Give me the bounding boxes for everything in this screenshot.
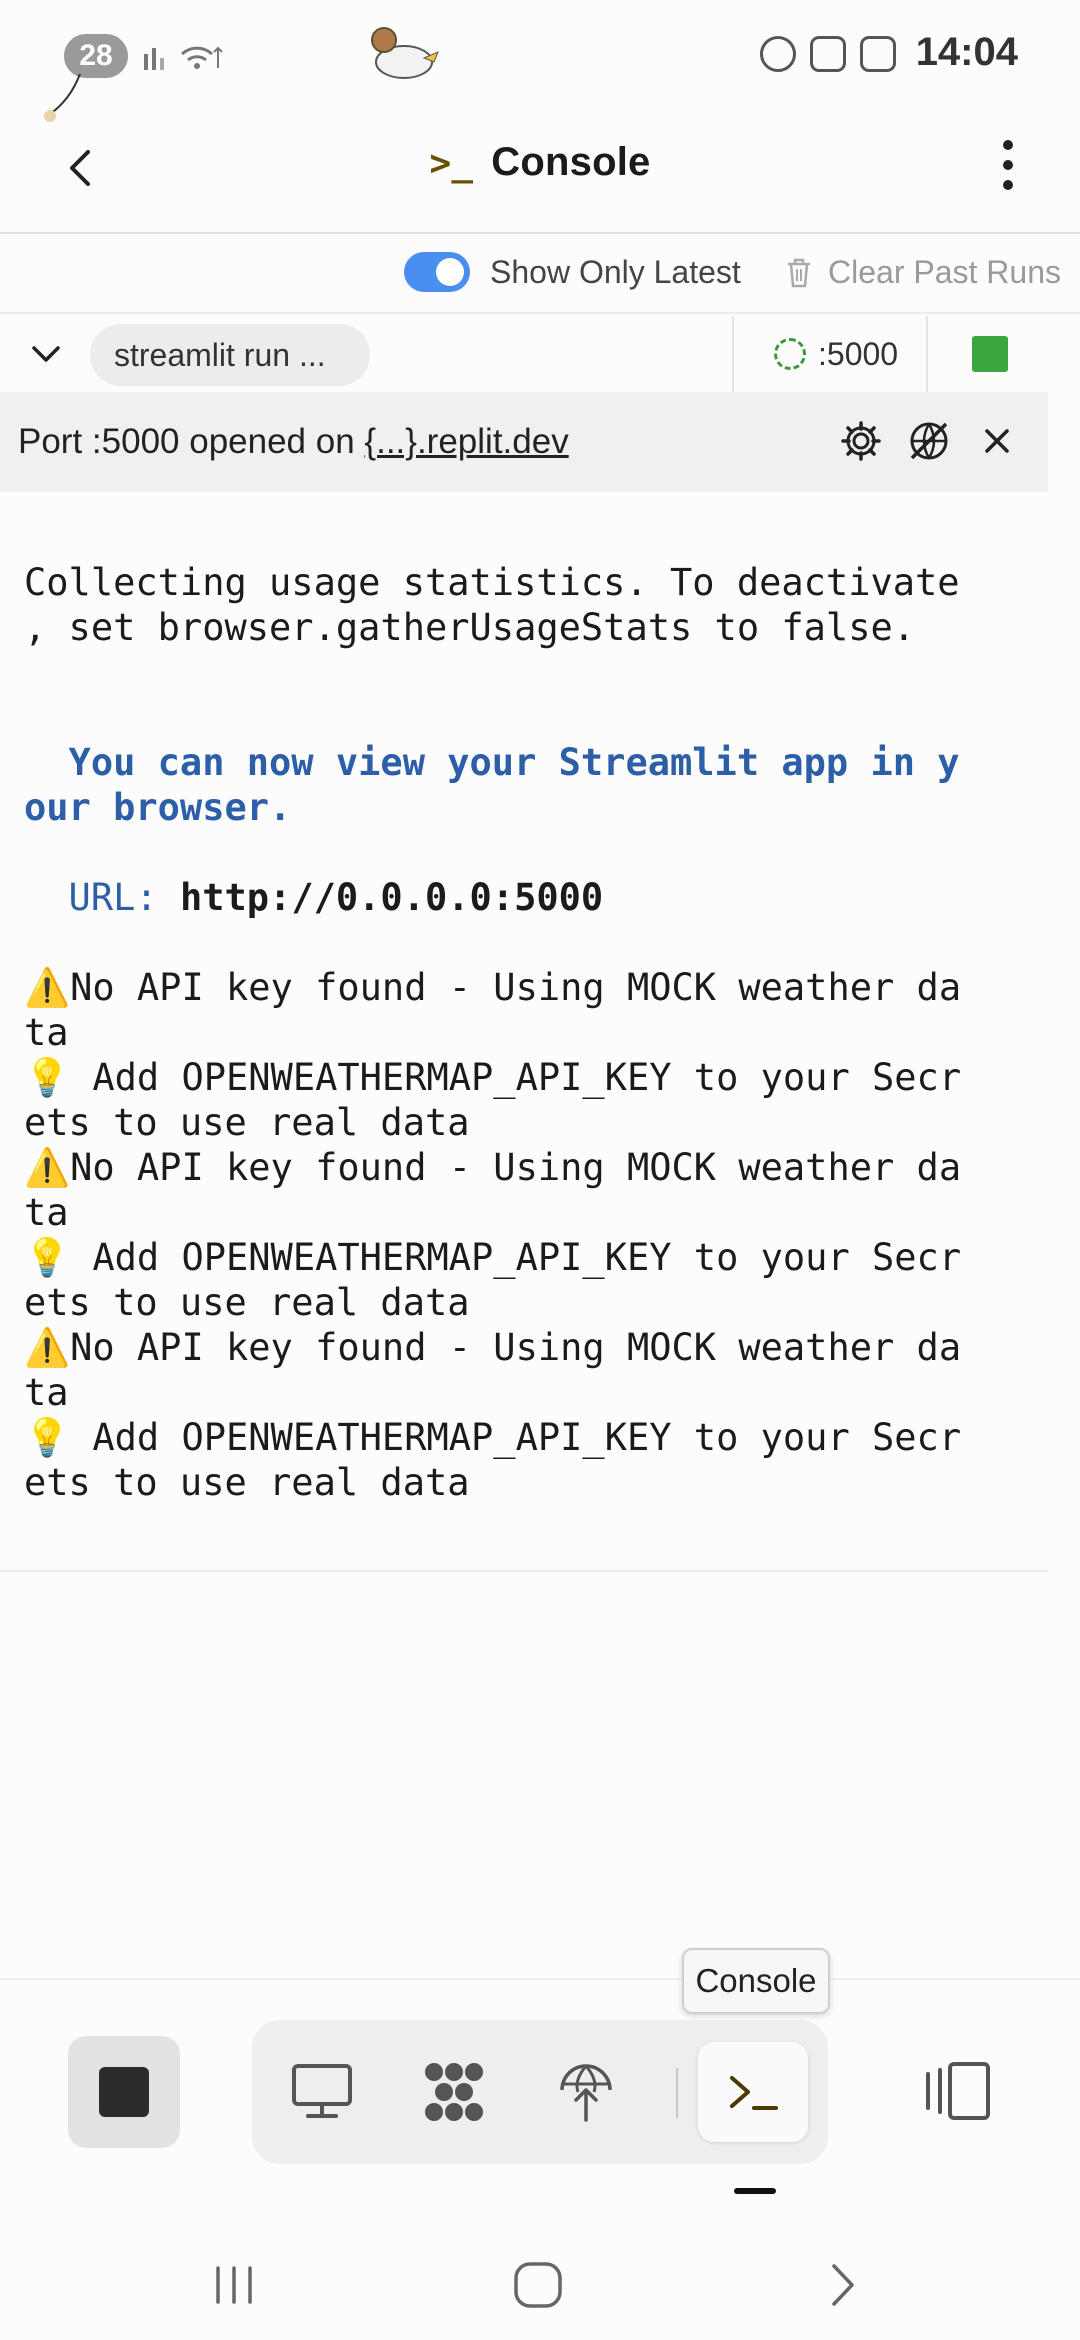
globe-off-icon[interactable] (906, 418, 952, 464)
status-icons (760, 36, 896, 72)
divider (0, 1570, 1048, 1572)
console-toolbar: Show Only Latest Clear Past Runs (0, 236, 1080, 314)
ai-agent-tab[interactable] (404, 2042, 504, 2142)
divider (926, 316, 928, 392)
app-header: >_ Console (0, 110, 1080, 234)
quote-icon (760, 36, 796, 72)
clock: 14:04 (915, 30, 1018, 74)
tool-dock (252, 2020, 828, 2164)
console-line: ets to use real data (24, 1101, 470, 1144)
port-label[interactable]: :5000 (818, 336, 898, 373)
deploy-globe-icon (560, 2064, 612, 2122)
settings-gear-icon[interactable] (838, 418, 884, 464)
show-only-latest-label: Show Only Latest (490, 254, 741, 290)
console-line: our browser. (24, 786, 292, 829)
port-banner-text: Port :5000 opened on {...}.replit.dev (18, 422, 569, 462)
url-value[interactable]: http://0.0.0.0:5000 (180, 876, 603, 919)
more-options-icon[interactable] (988, 132, 1028, 202)
console-line: Collecting usage statistics. To deactiva… (24, 561, 960, 604)
show-only-latest-toggle[interactable] (404, 252, 470, 292)
port-banner: Port :5000 opened on {...}.replit.dev (0, 392, 1048, 492)
console-url-line: URL: http://0.0.0.0:5000 (24, 875, 1024, 920)
chevron-down-icon[interactable] (26, 334, 66, 374)
console-line: ta (24, 1191, 69, 1234)
console-prompt-icon: >_ (429, 143, 474, 184)
console-line: ets to use real data (24, 1461, 470, 1504)
back-nav-icon[interactable] (818, 2260, 868, 2310)
stop-button[interactable] (68, 2036, 180, 2148)
console-line: ta (24, 1371, 69, 1414)
console-line: ⚠️No API key found - Using MOCK weather … (24, 966, 962, 1009)
page-title: >_ Console (0, 140, 1080, 185)
console-output: Collecting usage statistics. To deactiva… (24, 560, 1024, 1505)
terminal-icon (730, 2076, 778, 2110)
console-line: ta (24, 1011, 69, 1054)
console-line: ets to use real data (24, 1281, 470, 1324)
page-title-text: Console (491, 140, 651, 184)
port-banner-prefix: Port :5000 opened on (18, 422, 365, 461)
recent-apps-icon[interactable] (210, 2260, 260, 2310)
run-command-chip[interactable]: streamlit run ... (90, 324, 370, 386)
divider (676, 2068, 678, 2118)
console-line: 💡 Add OPENWEATHERMAP_API_KEY to your Sec… (24, 1236, 962, 1279)
home-icon[interactable] (510, 2260, 570, 2310)
stop-icon (99, 2067, 149, 2117)
assistant-icon (860, 36, 896, 72)
status-bar: 28 14:04 (0, 0, 1080, 122)
trash-icon[interactable] (784, 256, 814, 290)
port-status-icon (774, 338, 806, 370)
split-view-icon[interactable] (922, 2060, 992, 2122)
console-tooltip: Console (682, 1948, 830, 2014)
console-line: , set browser.gatherUsageStats to false. (24, 606, 916, 649)
run-status-indicator[interactable] (972, 336, 1008, 372)
divider (732, 316, 734, 392)
replit-dev-link[interactable]: {...}.replit.dev (364, 422, 568, 461)
console-line: You can now view your Streamlit app in y (24, 741, 960, 784)
signal-icon (142, 38, 232, 82)
clear-past-runs-button[interactable]: Clear Past Runs (828, 254, 1061, 291)
url-label: URL: (24, 876, 180, 919)
console-line: ⚠️No API key found - Using MOCK weather … (24, 1326, 962, 1369)
close-icon[interactable] (974, 418, 1020, 464)
console-tab[interactable] (698, 2042, 808, 2142)
mascot-bird-icon (371, 27, 439, 79)
network-nodes-icon (425, 2063, 483, 2121)
screenshot-icon (810, 36, 846, 72)
divider (0, 1978, 1080, 1980)
console-line: ⚠️No API key found - Using MOCK weather … (24, 1146, 962, 1189)
console-line: 💡 Add OPENWEATHERMAP_API_KEY to your Sec… (24, 1056, 962, 1099)
monitor-icon (292, 2064, 352, 2118)
run-bar: streamlit run ... :5000 (0, 316, 1080, 392)
system-nav-bar (0, 2230, 1080, 2340)
console-line: 💡 Add OPENWEATHERMAP_API_KEY to your Sec… (24, 1416, 962, 1459)
webview-tab[interactable] (272, 2042, 372, 2142)
active-tab-indicator (734, 2188, 776, 2194)
deploy-tab[interactable] (536, 2042, 636, 2142)
